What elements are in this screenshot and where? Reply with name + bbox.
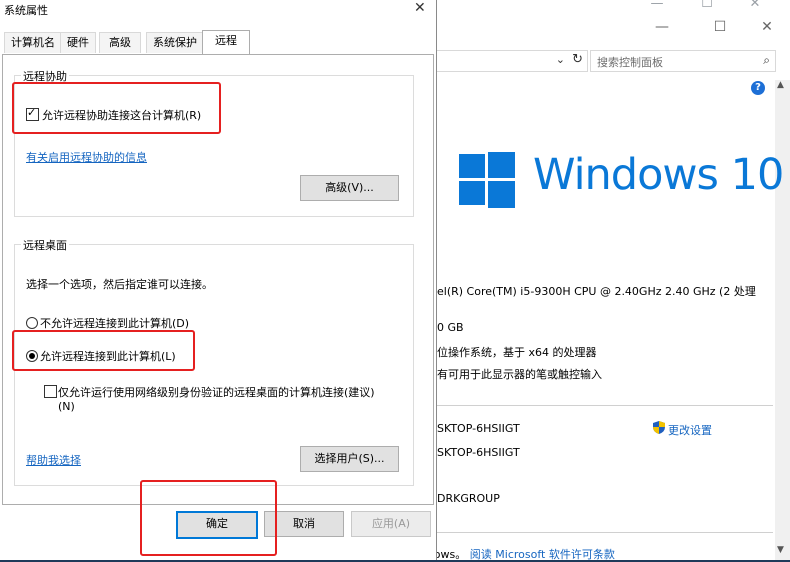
select-users-button[interactable]: 选择用户(S)...: [300, 446, 399, 472]
processor-value: el(R) Core(TM) i5-9300H CPU @ 2.40GHz 2.…: [437, 285, 756, 298]
advanced-button[interactable]: 高级(V)...: [300, 175, 399, 201]
help-me-choose-link[interactable]: 帮助我选择: [26, 452, 81, 468]
system-type-value: 位操作系统，基于 x64 的处理器: [437, 346, 597, 359]
divider: [437, 532, 773, 533]
close-icon[interactable]: ✕: [752, 19, 782, 35]
refresh-icon[interactable]: ↻: [572, 52, 583, 67]
maximize-icon[interactable]: ☐: [692, 0, 722, 11]
background-titlebar: — ☐ ✕: [437, 0, 790, 14]
tab-system-protection[interactable]: 系统保护: [146, 32, 204, 53]
nla-only-label-suffix[interactable]: (N): [58, 400, 75, 413]
tab-remote[interactable]: 远程: [202, 30, 250, 54]
apply-button[interactable]: 应用(A): [351, 511, 431, 537]
dialog-title: 系统属性: [4, 4, 48, 17]
ram-value: 0 GB: [437, 321, 464, 334]
shield-icon: [653, 421, 665, 434]
tab-hardware[interactable]: 硬件: [60, 32, 96, 53]
divider: [437, 405, 773, 406]
search-icon[interactable]: ⌕: [763, 53, 770, 68]
help-icon[interactable]: ?: [751, 81, 765, 95]
pen-touch-value: 有可用于此显示器的笔或触控输入: [437, 368, 602, 381]
chevron-down-icon[interactable]: ⌄: [556, 53, 565, 66]
workgroup-value: DRKGROUP: [437, 492, 500, 505]
disallow-remote-label[interactable]: 不允许远程连接到此计算机(D): [40, 315, 189, 331]
change-settings-link[interactable]: 更改设置: [668, 422, 712, 438]
nla-only-label[interactable]: 仅允许运行使用网络级别身份验证的远程桌面的计算机连接(建议): [58, 384, 375, 400]
full-computer-name-value: SKTOP-6HSIIGT: [437, 446, 520, 459]
minimize-icon[interactable]: —: [647, 19, 677, 35]
system-properties-dialog: 系统属性 ✕ 计算机名 硬件 高级 系统保护 远程 远程协助 允许远程协助连接这…: [0, 0, 437, 560]
remote-desktop-instruction: 选择一个选项，然后指定谁可以连接。: [26, 278, 213, 291]
scroll-down-icon[interactable]: ▼: [777, 545, 784, 555]
search-placeholder: 搜索控制面板: [597, 56, 663, 69]
disallow-remote-radio[interactable]: [26, 317, 38, 329]
remote-desktop-title: 远程桌面: [21, 237, 69, 253]
system-control-panel-window: — ☐ ✕ — ☐ ✕ ⌄ ↻ 搜索控制面板 ⌕ ? ▲ ▼ J Windows…: [433, 0, 790, 560]
nla-only-checkbox[interactable]: [44, 385, 57, 398]
highlight-allow-remote-assistance: [12, 82, 221, 134]
tab-advanced[interactable]: 高级: [99, 32, 141, 53]
scroll-up-icon[interactable]: ▲: [777, 80, 784, 90]
license-link[interactable]: 阅读 Microsoft 软件许可条款: [470, 548, 615, 561]
address-bar[interactable]: ⌄ ↻: [437, 50, 588, 72]
highlight-allow-remote-connection: [12, 330, 195, 371]
minimize-icon[interactable]: —: [642, 0, 672, 11]
remote-assistance-info-link[interactable]: 有关启用远程协助的信息: [26, 149, 147, 165]
computer-name-value: SKTOP-6HSIIGT: [437, 422, 520, 435]
close-icon[interactable]: ✕: [740, 0, 770, 11]
search-input[interactable]: 搜索控制面板 ⌕: [590, 50, 776, 72]
windows-brand: Windows 10: [533, 150, 784, 200]
highlight-ok-button: [140, 480, 277, 556]
close-icon[interactable]: ✕: [414, 0, 426, 16]
tab-computer-name[interactable]: 计算机名: [4, 32, 62, 53]
maximize-icon[interactable]: ☐: [705, 19, 735, 35]
windows-logo-icon: [459, 152, 515, 208]
